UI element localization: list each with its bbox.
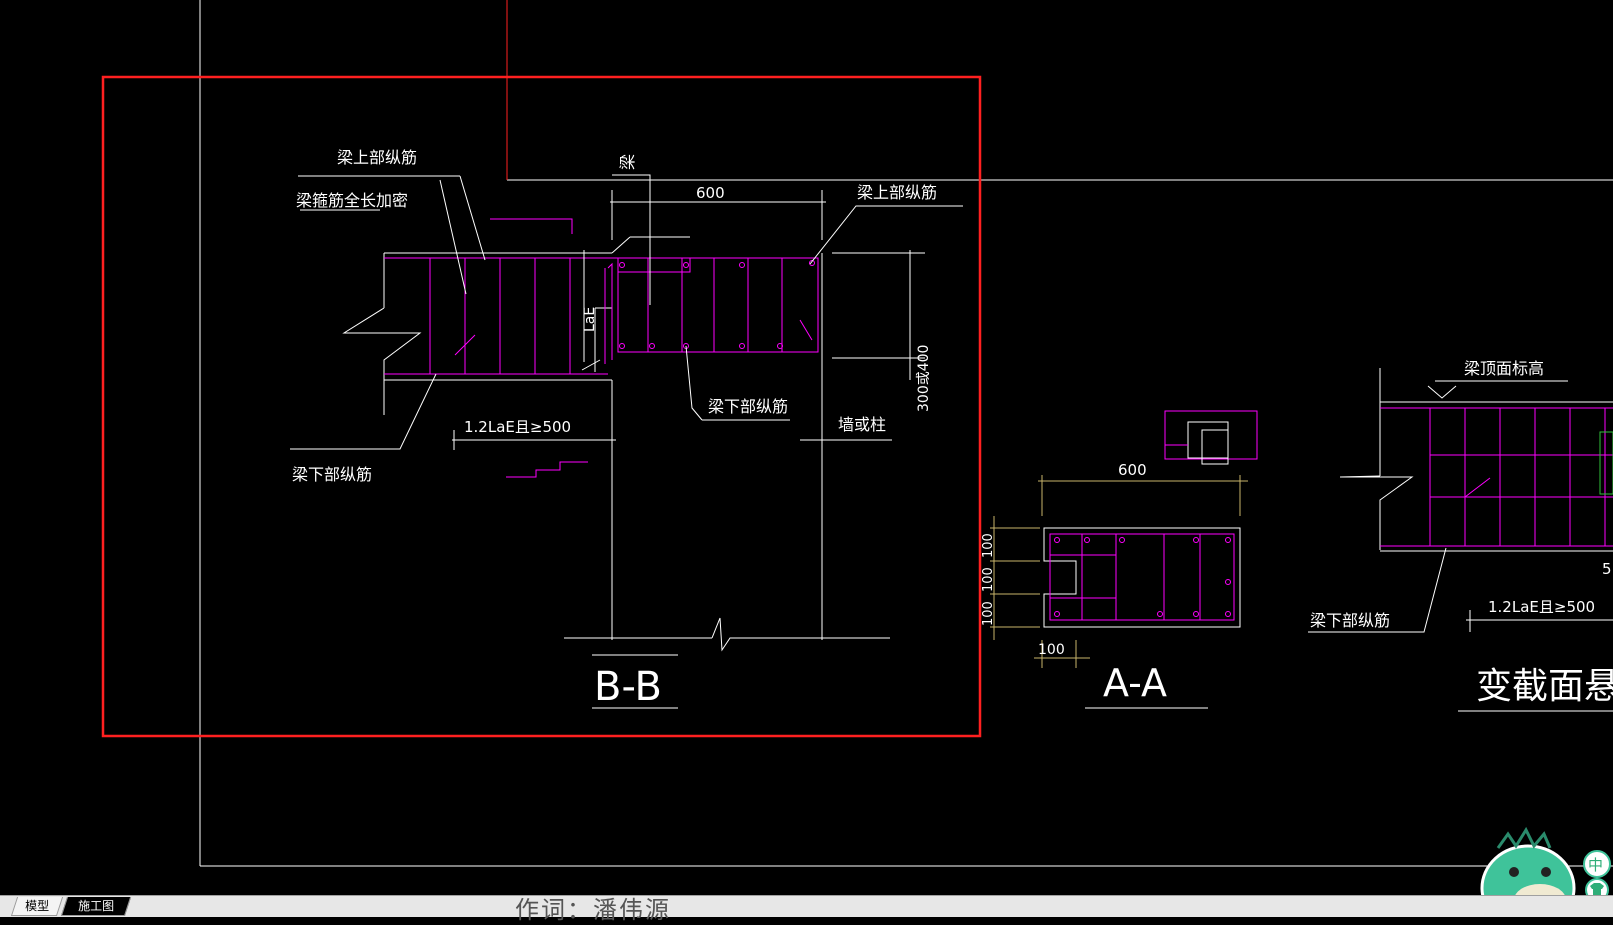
bb-dim-anchor: 1.2LaE且≥500: [464, 418, 571, 436]
bb-label-wall-col: 墙或柱: [838, 415, 886, 434]
tab-model[interactable]: 模型: [10, 897, 64, 916]
section-bb: 梁上部纵筋 梁箍筋全长加密 梁 600 梁上部纵筋 LaE 梁下部纵筋 墙或柱 …: [290, 148, 963, 710]
bb-dim-600: 600: [696, 184, 725, 202]
aa-dim-100-c: 100: [981, 601, 996, 626]
bb-dim-lae: LaE: [582, 307, 598, 332]
bb-section-title: B-B: [594, 664, 662, 710]
section-right: 梁顶面标高 梁下部纵筋 1.2LaE且≥500 5 变截面悬挑梁: [1308, 359, 1613, 712]
selection-rectangle[interactable]: [101, 75, 982, 738]
aa-dim-100-a: 100: [981, 533, 996, 558]
bb-label-top-rebar-right: 梁上部纵筋: [857, 183, 937, 202]
lang-badge[interactable]: 中: [1588, 856, 1603, 874]
right-dim-anchor: 1.2LaE且≥500: [1488, 598, 1595, 616]
video-caption: 作词：潘伟源: [515, 896, 671, 924]
bb-label-top-rebar: 梁上部纵筋: [337, 148, 417, 167]
cad-drawing[interactable]: 梁上部纵筋 梁箍筋全长加密 梁 600 梁上部纵筋 LaE 梁下部纵筋 墙或柱 …: [0, 0, 1613, 925]
layout-tab-bar: 模型 施工图: [0, 895, 1613, 917]
bb-label-bottom-rebar-left: 梁下部纵筋: [292, 465, 372, 484]
aa-section-title: A-A: [1103, 661, 1167, 705]
right-label-bottom-rebar: 梁下部纵筋: [1310, 611, 1390, 630]
tab-model-label: 模型: [25, 899, 50, 913]
aa-dim-100-bottom: 100: [1038, 642, 1065, 658]
drawing-canvas[interactable]: 梁上部纵筋 梁箍筋全长加密 梁 600 梁上部纵筋 LaE 梁下部纵筋 墙或柱 …: [0, 0, 1613, 925]
section-aa: 600 100 100 100 100 A-A: [981, 410, 1258, 709]
bb-label-stirrup: 梁箍筋全长加密: [296, 191, 408, 210]
tab-shop-drawing[interactable]: 施工图: [60, 897, 132, 916]
mascot-sticker[interactable]: 中: [1480, 826, 1611, 925]
bb-dim-300: 300或400: [916, 345, 932, 412]
bb-label-beam: 梁: [618, 154, 637, 170]
aa-dim-600: 600: [1118, 461, 1147, 479]
right-label-beam-top-elev: 梁顶面标高: [1464, 359, 1544, 378]
tab-shop-drawing-label: 施工图: [78, 899, 115, 913]
right-dim-5: 5: [1602, 560, 1612, 578]
right-title: 变截面悬挑梁: [1476, 666, 1613, 707]
bb-label-bottom-rebar-mid: 梁下部纵筋: [708, 397, 788, 416]
aa-dim-100-b: 100: [981, 567, 996, 592]
